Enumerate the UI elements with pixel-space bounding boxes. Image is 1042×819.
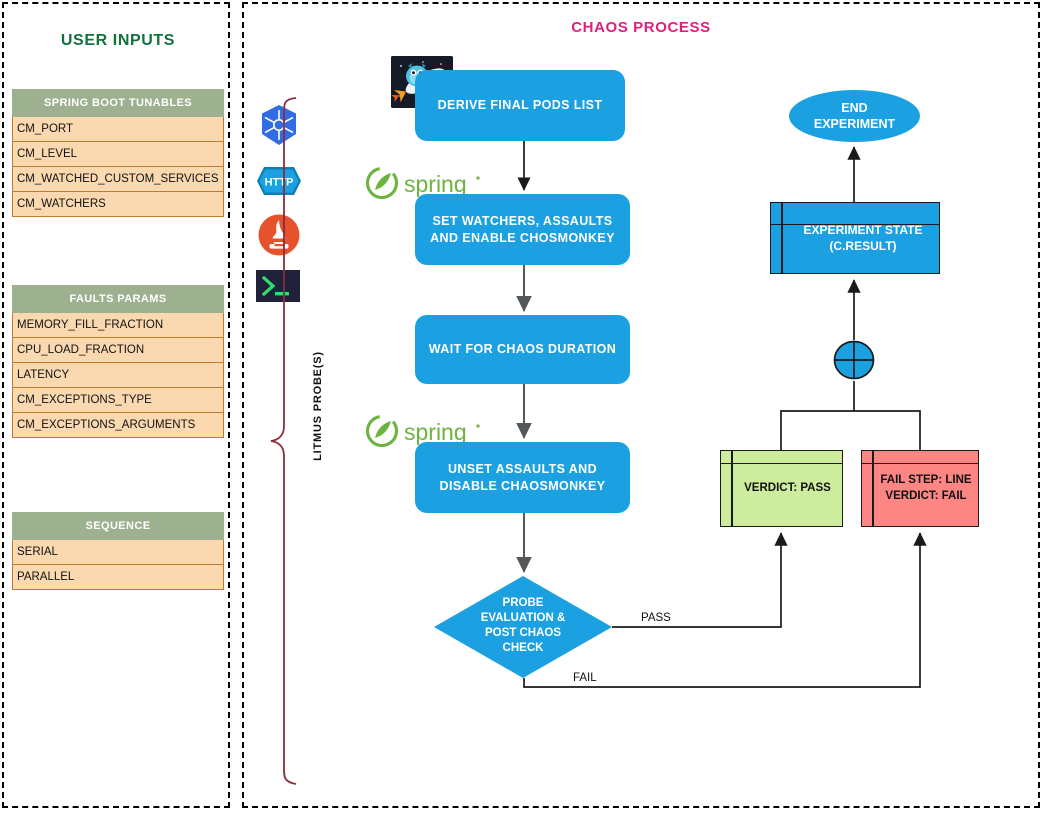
experiment-state-line2: (C.RESULT) bbox=[829, 239, 897, 253]
verdict-pass-box[interactable]: VERDICT: PASS bbox=[720, 450, 843, 527]
page-title-chaos-process: CHAOS PROCESS bbox=[571, 19, 711, 36]
verdict-fail-line1: FAIL STEP: LINE bbox=[880, 473, 972, 486]
experiment-state-box[interactable]: EXPERIMENT STATE (C.RESULT) bbox=[770, 202, 940, 274]
table-sequence: SEQUENCE SERIAL PARALLEL bbox=[12, 512, 224, 590]
table-header: FAULTS PARAMS bbox=[12, 285, 224, 313]
note-left-strip bbox=[731, 451, 733, 526]
table-header: SEQUENCE bbox=[12, 512, 224, 540]
step-set-watchers-assaults[interactable]: SET WATCHERS, ASSAULTS AND ENABLE CHOSMO… bbox=[415, 194, 630, 265]
table-faults-params: FAULTS PARAMS MEMORY_FILL_FRACTION CPU_L… bbox=[12, 285, 224, 438]
page-title-user-inputs: USER INPUTS bbox=[60, 32, 176, 49]
table-row: LATENCY bbox=[12, 362, 224, 388]
decision-line: CHECK bbox=[502, 641, 544, 654]
verdict-fail-line2: VERDICT: FAIL bbox=[885, 489, 967, 502]
user-inputs-panel: USER INPUTS SPRING BOOT TUNABLES CM_PORT… bbox=[2, 2, 230, 808]
table-row: CM_PORT bbox=[12, 116, 224, 142]
edge-label-pass: PASS bbox=[641, 612, 671, 624]
table-row: CPU_LOAD_FRACTION bbox=[12, 337, 224, 363]
table-row: CM_WATCHED_CUSTOM_SERVICES bbox=[12, 166, 224, 192]
decision-line: EVALUATION & bbox=[480, 611, 566, 624]
table-header: SPRING BOOT TUNABLES bbox=[12, 89, 224, 117]
experiment-state-line1: EXPERIMENT STATE bbox=[803, 222, 923, 237]
end-experiment-terminator[interactable]: END EXPERIMENT bbox=[789, 90, 920, 142]
step-wait-for-chaos-duration[interactable]: WAIT FOR CHAOS DURATION bbox=[415, 315, 630, 384]
verdict-pass-label: VERDICT: PASS bbox=[744, 481, 831, 494]
note-left-strip bbox=[781, 203, 783, 273]
decision-probe-evaluation-label: PROBE EVALUATION & POST CHAOS CHECK bbox=[434, 596, 612, 656]
litmus-probe-label: LITMUS PROBE(S) bbox=[312, 351, 324, 461]
table-row: CM_EXCEPTIONS_TYPE bbox=[12, 387, 224, 413]
table-row: CM_LEVEL bbox=[12, 141, 224, 167]
table-row: SERIAL bbox=[12, 539, 224, 565]
note-left-strip bbox=[872, 451, 874, 526]
chaos-process-panel bbox=[242, 2, 1040, 808]
step-unset-assaults-disable[interactable]: UNSET ASSAULTS AND DISABLE CHAOSMONKEY bbox=[415, 442, 630, 513]
experiment-state-label: EXPERIMENT STATE (C.RESULT) bbox=[789, 203, 937, 273]
verdict-fail-box[interactable]: FAIL STEP: LINE VERDICT: FAIL bbox=[861, 450, 979, 527]
step-derive-final-pods-list[interactable]: DERIVE FINAL PODS LIST bbox=[415, 70, 625, 141]
table-row: PARALLEL bbox=[12, 564, 224, 590]
merge-junction-icon bbox=[833, 340, 875, 380]
verdict-fail-label: FAIL STEP: LINE VERDICT: FAIL bbox=[876, 451, 976, 526]
decision-line: POST CHAOS bbox=[484, 626, 562, 639]
table-row: MEMORY_FILL_FRACTION bbox=[12, 312, 224, 338]
decision-line: PROBE bbox=[502, 597, 544, 609]
table-row: CM_EXCEPTIONS_ARGUMENTS bbox=[12, 412, 224, 438]
table-row: CM_WATCHERS bbox=[12, 191, 224, 217]
end-experiment-line2: EXPERIMENT bbox=[813, 117, 896, 131]
edge-label-fail: FAIL bbox=[573, 672, 597, 684]
table-spring-boot-tunables: SPRING BOOT TUNABLES CM_PORT CM_LEVEL CM… bbox=[12, 89, 224, 217]
end-experiment-line1: END bbox=[841, 100, 868, 115]
